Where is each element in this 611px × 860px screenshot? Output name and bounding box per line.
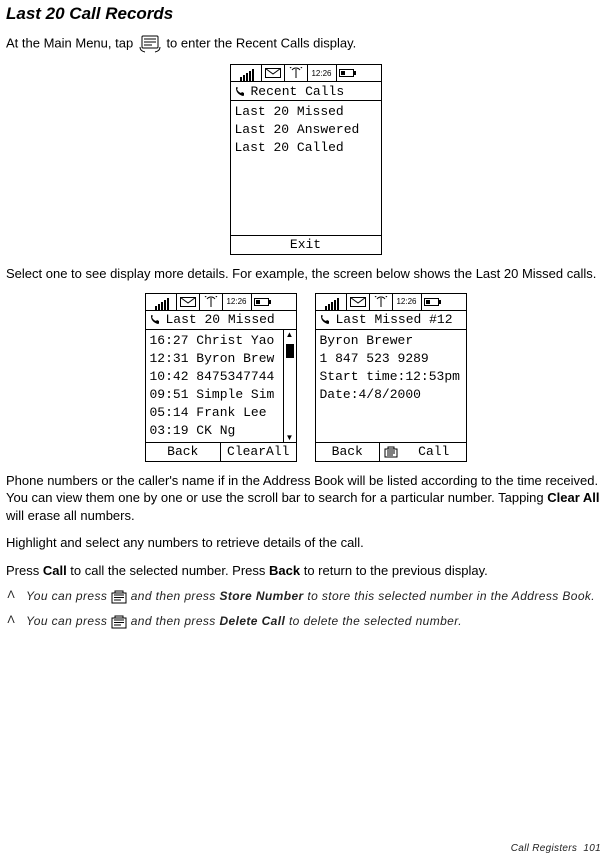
list-item[interactable]: 09:51 Simple Sim — [150, 386, 283, 404]
tip-text: You can press and then press Store Numbe… — [26, 589, 605, 604]
p4b: to call the selected number. Press — [67, 563, 269, 578]
tip-post: to delete the selected number. — [285, 614, 462, 628]
menu-icon — [111, 615, 127, 629]
status-bar: 12:26 — [231, 65, 381, 82]
battery-icon — [421, 294, 444, 310]
softkey-call[interactable]: Call — [402, 443, 466, 461]
phone-small-icon — [320, 314, 332, 326]
phone-small-icon — [235, 85, 247, 97]
bullet-marker: Λ — [6, 589, 16, 601]
detail-name: Byron Brewer — [320, 332, 462, 350]
para-list-desc: Phone numbers or the caller's name if in… — [6, 472, 605, 525]
para2-c: will erase all numbers. — [6, 508, 135, 523]
missed-detail-screen: 12:26 Last Missed #12 Byron Brewer 1 847… — [315, 293, 467, 462]
list-item[interactable]: Last 20 Answered — [235, 121, 377, 139]
list-item[interactable]: 10:42 8475347744 — [150, 368, 283, 386]
screen-title: Recent Calls — [251, 84, 345, 99]
para2-a: Phone numbers or the caller's name if in… — [6, 473, 598, 506]
back-label: Back — [269, 563, 300, 578]
status-bar: 12:26 — [316, 294, 466, 311]
tip-delete-call: Λ You can press and then press Delete Ca… — [6, 614, 605, 629]
envelope-icon — [261, 65, 284, 81]
detail-start: Start time:12:53pm — [320, 368, 462, 386]
tip-mid: and then press — [127, 614, 219, 628]
tip-pre: You can press — [26, 614, 111, 628]
bullet-marker: Λ — [6, 614, 16, 626]
screen-title-bar: Last Missed #12 — [316, 311, 466, 330]
status-time: 12:26 — [392, 294, 421, 310]
softkey-back[interactable]: Back — [146, 443, 221, 461]
tip-mid: and then press — [127, 589, 219, 603]
signal-icon — [148, 294, 176, 310]
softkey-center[interactable]: Exit — [231, 236, 381, 254]
tip-post: to store this selected number in the Add… — [304, 589, 595, 603]
status-time: 12:26 — [307, 65, 336, 81]
tip-pre: You can press — [26, 589, 111, 603]
screen-title: Last Missed #12 — [336, 312, 453, 327]
call-label: Call — [43, 563, 67, 578]
menu-icon — [111, 590, 127, 604]
intro-before: At the Main Menu, tap — [6, 35, 133, 50]
signal-icon — [318, 294, 346, 310]
screen-title-bar: Last 20 Missed — [146, 311, 296, 330]
softkey-back[interactable]: Back — [316, 443, 380, 461]
mid-paragraph: Select one to see display more details. … — [6, 265, 605, 283]
clear-all-label: Clear All — [547, 490, 599, 505]
battery-icon — [336, 65, 359, 81]
softkey-bar: Exit — [231, 235, 381, 254]
antenna-icon — [284, 65, 307, 81]
p4a: Press — [6, 563, 43, 578]
signal-icon — [233, 65, 261, 81]
softkey-bar: Back ClearAll — [146, 442, 296, 461]
list-item[interactable]: 16:27 Christ Yao — [150, 332, 283, 350]
scrollbar[interactable] — [283, 330, 296, 442]
phone-small-icon — [150, 314, 162, 326]
softkey-clearall[interactable]: ClearAll — [220, 443, 296, 461]
list-item[interactable]: Last 20 Called — [235, 139, 377, 157]
delete-call-label: Delete Call — [219, 614, 285, 628]
footer-page: 101 — [583, 843, 601, 854]
store-number-label: Store Number — [219, 589, 303, 603]
intro-line: At the Main Menu, tap to enter the Recen… — [6, 34, 605, 54]
detail-date: Date:4/8/2000 — [320, 386, 462, 404]
missed-list-screen: 12:26 Last 20 Missed 16:27 Christ Yao 12… — [145, 293, 297, 462]
para-highlight: Highlight and select any numbers to retr… — [6, 534, 605, 552]
intro-after: to enter the Recent Calls display. — [166, 35, 356, 50]
detail-body: Byron Brewer 1 847 523 9289 Start time:1… — [316, 330, 466, 442]
scroll-list: 16:27 Christ Yao 12:31 Byron Brew 10:42 … — [146, 330, 296, 442]
status-time: 12:26 — [222, 294, 251, 310]
screen-title: Last 20 Missed — [166, 312, 275, 327]
list-item[interactable]: 03:19 CK Ng — [150, 422, 283, 440]
list-item[interactable]: 05:14 Frank Lee — [150, 404, 283, 422]
para-press: Press Call to call the selected number. … — [6, 562, 605, 580]
recent-calls-menu-icon — [137, 34, 163, 54]
page-title: Last 20 Call Records — [6, 4, 605, 24]
softkey-menu-icon[interactable] — [379, 443, 402, 461]
softkey-bar: Back Call — [316, 442, 466, 461]
antenna-icon — [369, 294, 392, 310]
battery-icon — [251, 294, 274, 310]
envelope-icon — [346, 294, 369, 310]
page-footer: Call Registers 101 — [511, 843, 601, 854]
envelope-icon — [176, 294, 199, 310]
recent-calls-screen: 12:26 Recent Calls Last 20 Missed Last 2… — [230, 64, 382, 255]
footer-section: Call Registers — [511, 843, 577, 854]
p4c: to return to the previous display. — [300, 563, 488, 578]
status-bar: 12:26 — [146, 294, 296, 311]
antenna-icon — [199, 294, 222, 310]
tip-text: You can press and then press Delete Call… — [26, 614, 605, 629]
detail-number: 1 847 523 9289 — [320, 350, 462, 368]
scroll-thumb[interactable] — [286, 344, 294, 358]
list-item[interactable]: Last 20 Missed — [235, 103, 377, 121]
menu-list: Last 20 Missed Last 20 Answered Last 20 … — [231, 101, 381, 235]
tip-store-number: Λ You can press and then press Store Num… — [6, 589, 605, 604]
list-item[interactable]: 12:31 Byron Brew — [150, 350, 283, 368]
screen-title-bar: Recent Calls — [231, 82, 381, 101]
